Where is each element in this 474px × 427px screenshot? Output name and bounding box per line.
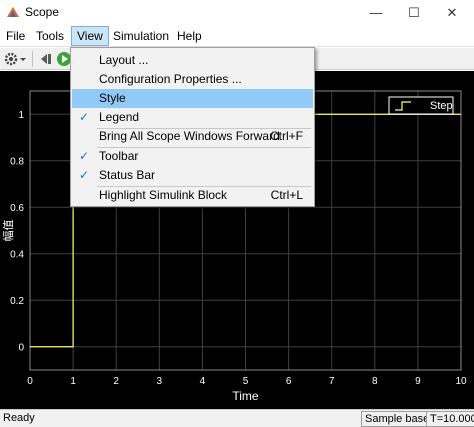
- menu-item-status-bar[interactable]: ✓ Status Bar: [72, 166, 313, 185]
- menu-item-label: Layout ...: [99, 53, 149, 67]
- menu-item-shortcut: Ctrl+L: [270, 188, 303, 202]
- menu-item-style[interactable]: Style: [72, 89, 313, 108]
- menu-item-layout[interactable]: Layout ...: [72, 51, 313, 70]
- menu-item-label: Legend: [99, 110, 140, 124]
- menu-item-bring-forward[interactable]: Bring All Scope Windows Forward Ctrl+F: [72, 127, 313, 146]
- menu-item-label: Configuration Properties ...: [99, 72, 242, 86]
- check-icon: ✓: [79, 149, 90, 163]
- menu-item-label: Style: [99, 91, 126, 105]
- check-icon: ✓: [79, 110, 90, 124]
- menu-item-label: Bring All Scope Windows Forward: [99, 129, 280, 143]
- time-indicator: T=10.000: [426, 411, 474, 427]
- menu-item-label: Highlight Simulink Block: [99, 188, 228, 202]
- status-text: Ready: [3, 412, 35, 424]
- menu-item-legend[interactable]: ✓ Legend: [72, 108, 313, 127]
- check-icon: ✓: [79, 168, 90, 182]
- menu-item-configuration-properties[interactable]: Configuration Properties ...: [72, 70, 313, 89]
- status-bar: Ready Sample based T=10.000: [0, 409, 474, 427]
- menu-item-toolbar[interactable]: ✓ Toolbar: [72, 147, 313, 166]
- menu-item-shortcut: Ctrl+F: [270, 129, 303, 143]
- view-menu-dropdown: Layout ... Configuration Properties ... …: [70, 47, 315, 207]
- menu-item-label: Toolbar: [99, 149, 139, 163]
- menu-item-highlight-block[interactable]: Highlight Simulink Block Ctrl+L: [72, 186, 313, 205]
- menu-item-label: Status Bar: [99, 168, 156, 182]
